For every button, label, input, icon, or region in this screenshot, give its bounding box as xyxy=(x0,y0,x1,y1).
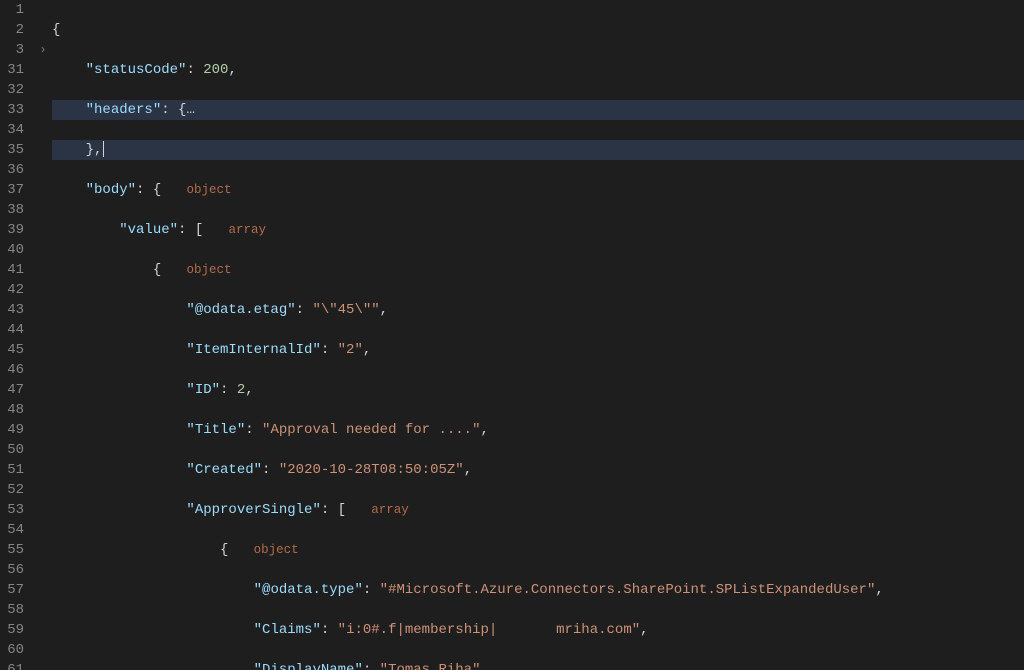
line-number: 55 xyxy=(0,540,24,560)
code-editor[interactable]: 1 2 3 31 32 33 34 35 36 37 38 39 40 41 4… xyxy=(0,0,1024,670)
line-number: 2 xyxy=(0,20,24,40)
code-area[interactable]: { "statusCode": 200, "headers": {… }, "b… xyxy=(52,0,1024,670)
code-line[interactable]: "Claims": "i:0#.f|membership| mriha.com"… xyxy=(52,620,1024,640)
line-number: 32 xyxy=(0,80,24,100)
line-number: 48 xyxy=(0,400,24,420)
line-number: 37 xyxy=(0,180,24,200)
text-cursor xyxy=(103,141,104,157)
line-number: 57 xyxy=(0,580,24,600)
code-line[interactable]: { object xyxy=(52,540,1024,560)
code-line[interactable]: "Created": "2020-10-28T08:50:05Z", xyxy=(52,460,1024,480)
line-number-gutter: 1 2 3 31 32 33 34 35 36 37 38 39 40 41 4… xyxy=(0,0,34,670)
line-number: 49 xyxy=(0,420,24,440)
code-line[interactable]: { xyxy=(52,20,1024,40)
line-number: 44 xyxy=(0,320,24,340)
code-line-folded[interactable]: "headers": {… xyxy=(52,100,1024,120)
line-number: 54 xyxy=(0,520,24,540)
line-number: 52 xyxy=(0,480,24,500)
code-line[interactable]: "Title": "Approval needed for ....", xyxy=(52,420,1024,440)
code-line[interactable]: "statusCode": 200, xyxy=(52,60,1024,80)
code-line[interactable]: "@odata.etag": "\"45\"", xyxy=(52,300,1024,320)
code-line[interactable]: "ItemInternalId": "2", xyxy=(52,340,1024,360)
line-number: 45 xyxy=(0,340,24,360)
line-number: 43 xyxy=(0,300,24,320)
line-number: 58 xyxy=(0,600,24,620)
code-line[interactable]: "value": [ array xyxy=(52,220,1024,240)
line-number: 56 xyxy=(0,560,24,580)
line-number: 1 xyxy=(0,0,24,20)
code-line[interactable]: "body": { object xyxy=(52,180,1024,200)
type-hint: object xyxy=(186,263,231,277)
line-number: 60 xyxy=(0,640,24,660)
line-number: 41 xyxy=(0,260,24,280)
line-number: 61 xyxy=(0,660,24,670)
code-line[interactable]: "DisplayName": "Tomas Riha", xyxy=(52,660,1024,670)
chevron-right-icon[interactable]: › xyxy=(34,40,52,60)
code-line[interactable]: "@odata.type": "#Microsoft.Azure.Connect… xyxy=(52,580,1024,600)
line-number: 3 xyxy=(0,40,24,60)
line-number: 34 xyxy=(0,120,24,140)
code-line-active[interactable]: }, xyxy=(52,140,1024,160)
line-number: 53 xyxy=(0,500,24,520)
fold-column: › xyxy=(34,0,52,670)
type-hint: array xyxy=(371,503,409,517)
type-hint: object xyxy=(254,543,299,557)
line-number: 46 xyxy=(0,360,24,380)
code-line[interactable]: { object xyxy=(52,260,1024,280)
code-line[interactable]: "ID": 2, xyxy=(52,380,1024,400)
line-number: 50 xyxy=(0,440,24,460)
line-number: 39 xyxy=(0,220,24,240)
line-number: 38 xyxy=(0,200,24,220)
line-number: 59 xyxy=(0,620,24,640)
code-line[interactable]: "ApproverSingle": [ array xyxy=(52,500,1024,520)
line-number: 51 xyxy=(0,460,24,480)
line-number: 35 xyxy=(0,140,24,160)
line-number: 47 xyxy=(0,380,24,400)
line-number: 36 xyxy=(0,160,24,180)
line-number: 33 xyxy=(0,100,24,120)
line-number: 42 xyxy=(0,280,24,300)
type-hint: array xyxy=(228,223,266,237)
line-number: 40 xyxy=(0,240,24,260)
type-hint: object xyxy=(186,183,231,197)
line-number: 31 xyxy=(0,60,24,80)
